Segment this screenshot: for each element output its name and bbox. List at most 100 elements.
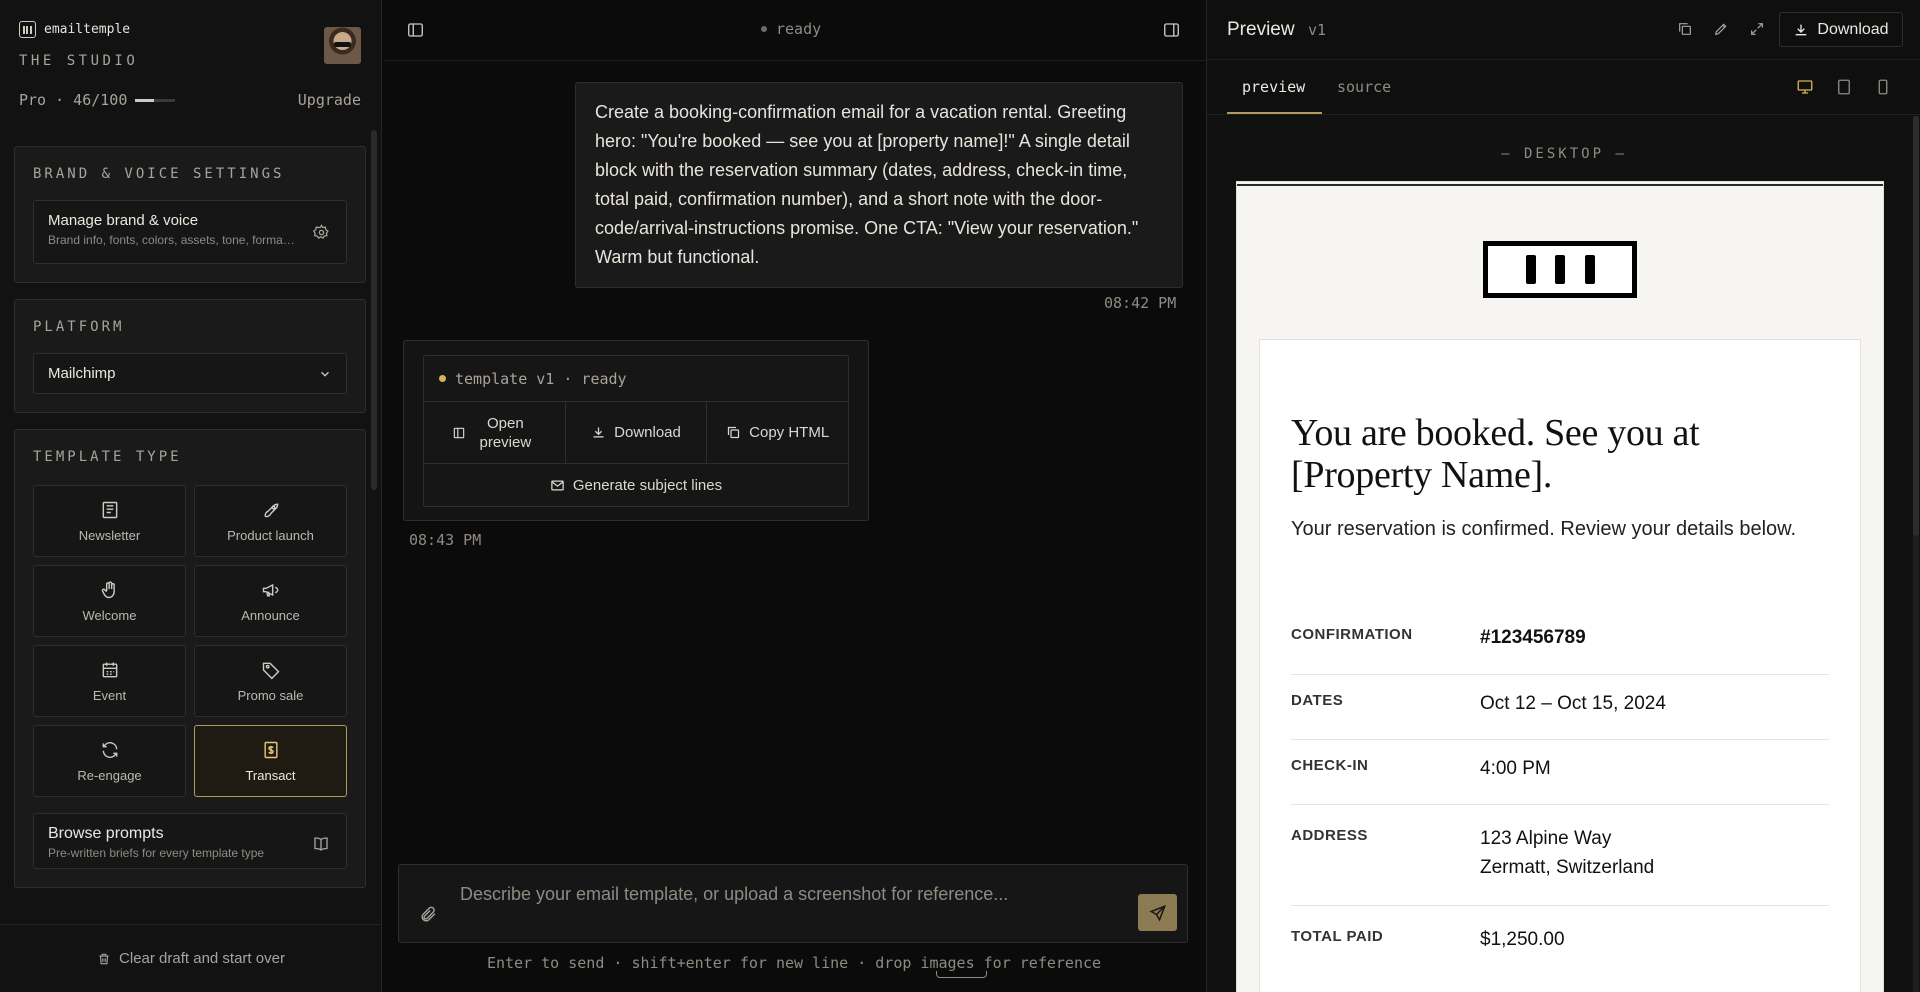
template-re-engage[interactable]: Re-engage [33,725,186,797]
detail-value: 123 Alpine Way [1480,828,1612,849]
desktop-icon[interactable] [1796,78,1814,96]
detail-value: Zermatt, Switzerland [1480,857,1655,878]
chat-panel: ready Create a booking-confirmation emai… [383,0,1205,992]
tag-icon [261,660,281,680]
platform-select[interactable]: Mailchimp [33,353,347,394]
studio-label: THE STUDIO [19,53,139,69]
edit-icon[interactable] [1713,21,1729,37]
download-button[interactable]: Download [566,402,708,463]
copy-html-label: Copy HTML [749,424,830,441]
detail-row-total-paid: TOTAL PAID $1,250.00 [1291,906,1829,971]
app-logo[interactable]: emailtemple [19,21,130,38]
mail-icon [550,478,565,493]
status-dot [439,375,446,382]
detail-value: $1,250.00 [1480,929,1565,950]
template-transact[interactable]: Transact [194,725,347,797]
detail-row-dates: DATES Oct 12 – Oct 15, 2024 [1291,675,1829,740]
download-label: Download [614,424,681,441]
manage-brand-desc: Brand info, fonts, colors, assets, tone,… [48,233,298,247]
platform-selected: Mailchimp [48,365,116,382]
browse-prompts-title: Browse prompts [48,825,164,842]
sidebar-scroll-area: Brand & voice settings Manage brand & vo… [14,146,366,908]
status-text: ready [776,20,822,38]
template-announce[interactable]: Announce [194,565,347,637]
manage-brand-button[interactable]: Manage brand & voice Brand info, fonts, … [33,200,347,264]
template-newsletter[interactable]: Newsletter [33,485,186,557]
template-type-grid: Newsletter Product launch Welcome Announ… [33,485,347,797]
detail-value: Oct 12 – Oct 15, 2024 [1480,693,1666,714]
template-status-text: template v1 · ready [455,369,627,388]
download-icon [591,425,606,440]
avatar[interactable] [324,27,361,64]
preview-title: Preview [1227,19,1295,40]
expand-icon[interactable] [1749,21,1765,37]
template-type-card: Template type Newsletter Product launch … [14,429,366,888]
email-preview: You are booked. See you at [Property Nam… [1236,181,1884,992]
plan-row: Pro · 46/100 Upgrade [19,91,361,109]
generate-subject-lines-button[interactable]: Generate subject lines [424,464,848,506]
panel-icon [452,426,466,440]
email-headline: You are booked. See you at [Property Nam… [1291,412,1700,496]
preview-canvas: — DESKTOP — You are booked. See you at [… [1207,116,1920,992]
upgrade-link[interactable]: Upgrade [298,91,361,109]
version-badge: v1 [1308,21,1327,39]
browse-prompts-button[interactable]: Browse prompts Pre-written briefs for ev… [33,813,347,869]
template-label: Transact [245,767,296,783]
status-indicator: ready [761,20,821,38]
refresh-icon [100,740,120,760]
composer: Describe your email template, or upload … [398,864,1188,943]
copy-icon[interactable] [1677,21,1693,37]
detail-row-confirmation: CONFIRMATION #123456789 [1291,610,1829,675]
brand-voice-title: Brand & voice settings [33,166,285,182]
app-name: emailtemple [44,22,131,37]
manage-brand-title: Manage brand & voice [48,212,199,229]
paperclip-icon[interactable] [419,905,438,924]
megaphone-icon [261,580,281,600]
template-label: Event [92,687,127,703]
calendar-icon [100,660,120,680]
template-welcome[interactable]: Welcome [33,565,186,637]
template-actions: Open preview Download Copy HTML [424,402,848,464]
email-subhead: Your reservation is confirmed. Review yo… [1291,518,1797,540]
copy-html-button[interactable]: Copy HTML [707,402,848,463]
tablet-icon[interactable] [1835,78,1853,96]
tab-source[interactable]: source [1337,78,1391,96]
user-message-time: 08:42 PM [1104,294,1177,312]
assistant-message-time: 08:43 PM [409,531,482,549]
book-icon [312,835,330,853]
detail-label: TOTAL PAID [1291,928,1384,945]
mobile-icon[interactable] [1874,78,1892,96]
preview-scrollbar[interactable] [1913,116,1919,992]
template-product-launch[interactable]: Product launch [194,485,347,557]
download-icon [1793,22,1809,38]
send-button[interactable] [1138,894,1177,931]
detail-value: #123456789 [1480,627,1586,648]
send-icon [1149,904,1167,922]
detail-label: ADDRESS [1291,827,1368,844]
brand-voice-card: Brand & voice settings Manage brand & vo… [14,146,366,283]
template-status: template v1 · ready [424,356,848,402]
download-button[interactable]: Download [1779,12,1903,47]
assistant-message: template v1 · ready Open preview Downloa… [403,340,869,521]
detail-row-check-in: CHECK-IN 4:00 PM [1291,740,1829,805]
template-promo-sale[interactable]: Promo sale [194,645,347,717]
preview-header: Preview v1 Download [1207,0,1920,60]
sidebar: emailtemple THE STUDIO Pro · 46/100 Upgr… [0,0,382,992]
sidebar-scrollbar[interactable] [371,130,377,490]
generate-subject-lines-label: Generate subject lines [572,476,723,494]
detail-label: CHECK-IN [1291,757,1369,774]
trash-icon [97,952,111,966]
template-label: Announce [241,607,300,623]
template-event[interactable]: Event [33,645,186,717]
clear-draft-button[interactable]: Clear draft and start over [0,924,382,992]
chevron-down-icon [318,367,332,381]
toggle-preview-icon[interactable] [1162,21,1181,39]
tab-preview[interactable]: preview [1242,78,1305,96]
preview-tabs: preview source [1207,60,1920,115]
open-preview-button[interactable]: Open preview [424,402,566,463]
toggle-sidebar-icon[interactable] [406,21,425,39]
gear-icon [313,224,330,241]
template-label: Re-engage [77,767,142,783]
message-input[interactable]: Describe your email template, or upload … [460,884,1008,905]
platform-title: Platform [33,319,125,335]
